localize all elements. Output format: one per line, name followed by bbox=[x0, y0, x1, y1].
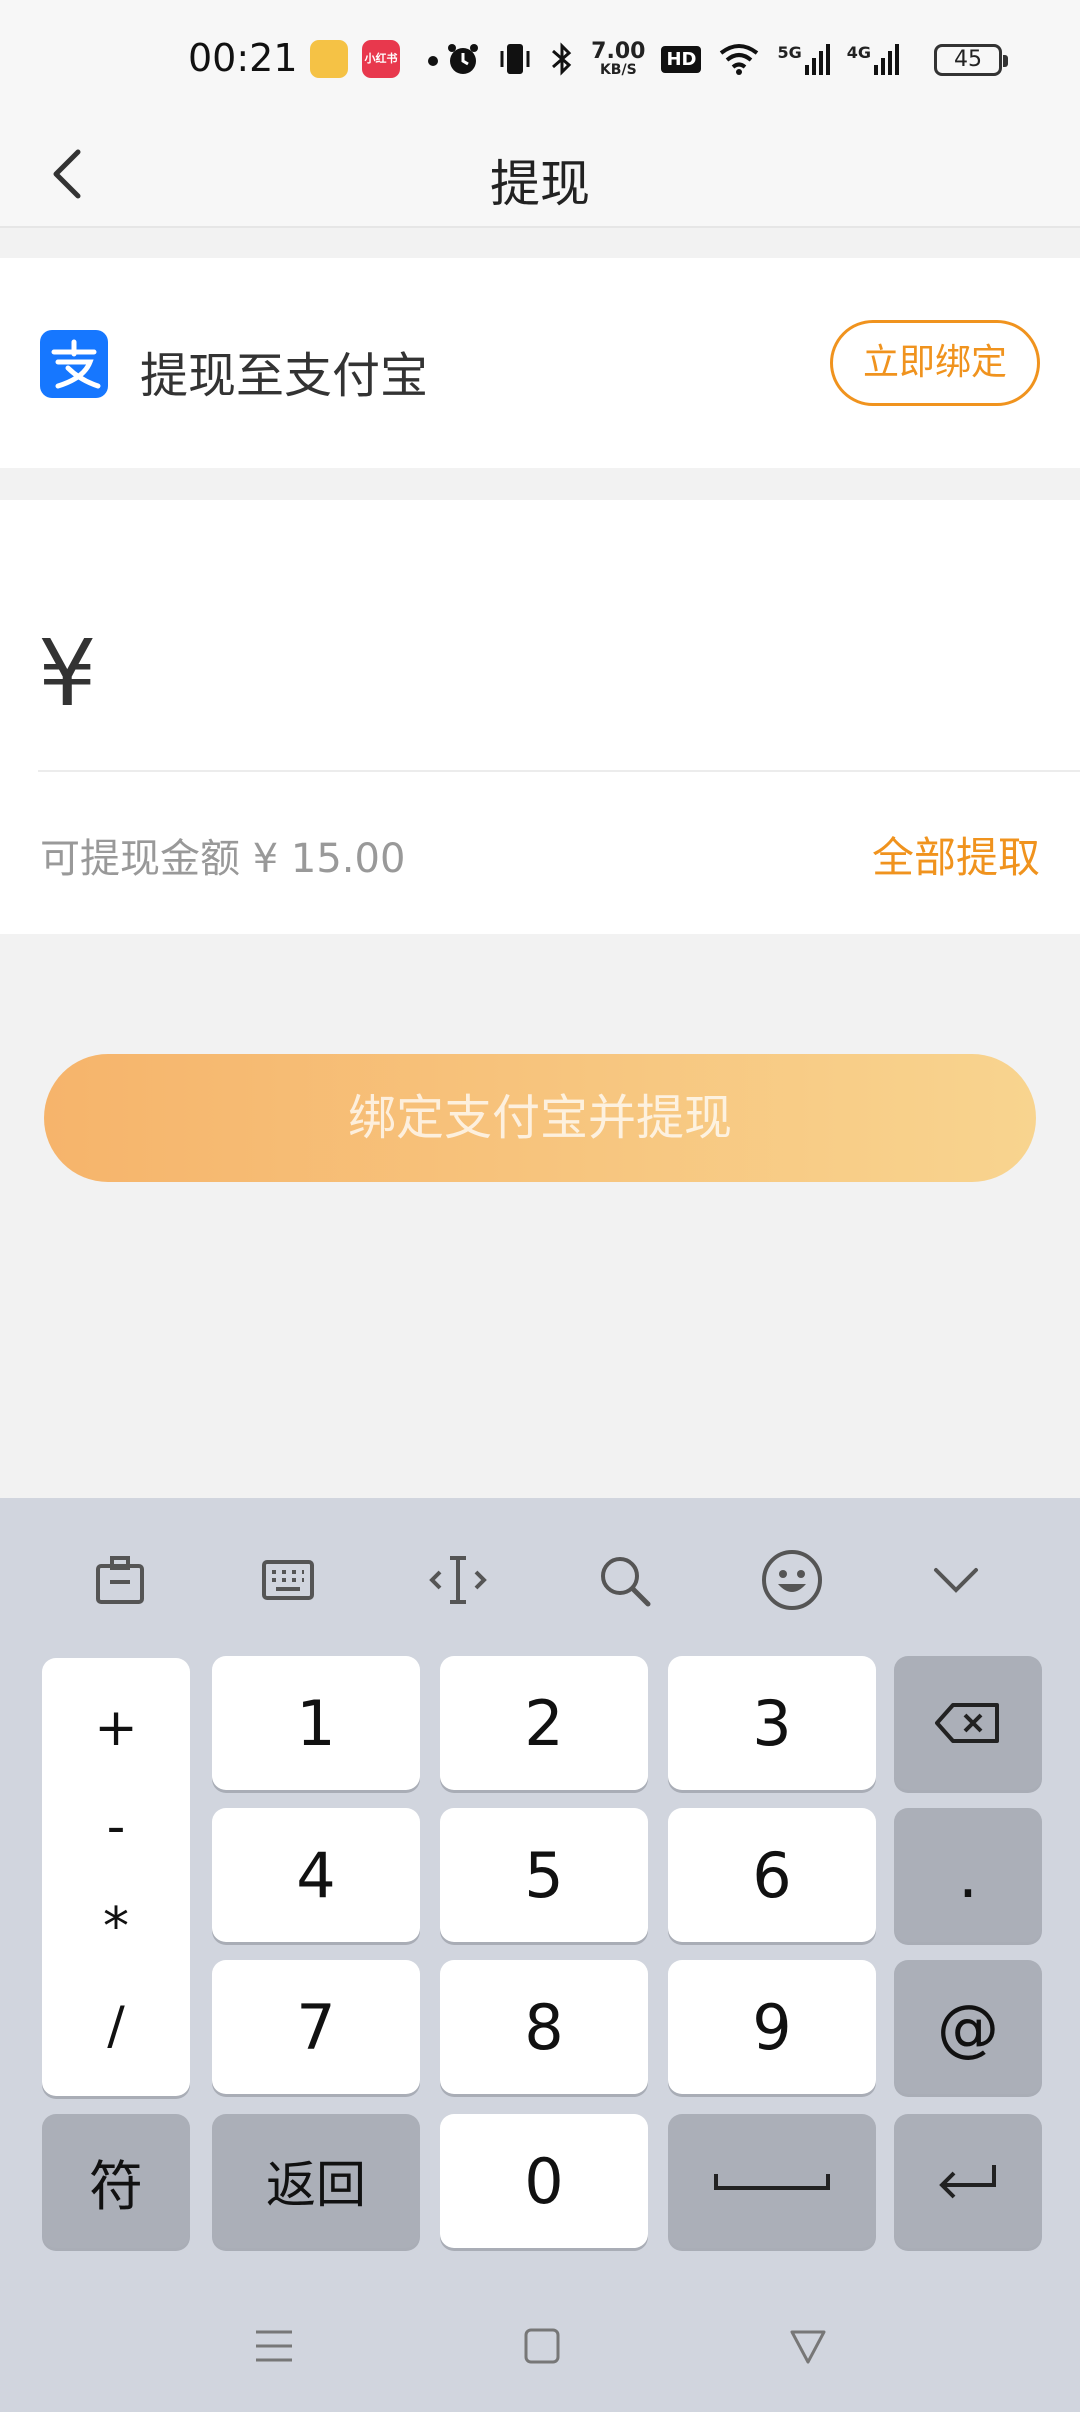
signal-5g: 5G bbox=[777, 43, 830, 75]
digit-key-1[interactable]: 1 bbox=[212, 1656, 420, 1790]
digit-key-5[interactable]: 5 bbox=[440, 1808, 648, 1942]
digit-key-0[interactable]: 0 bbox=[440, 2114, 648, 2248]
space-icon bbox=[714, 2174, 830, 2190]
app-bar: 提现 bbox=[0, 120, 1080, 228]
alarm-icon bbox=[448, 44, 479, 74]
divider bbox=[38, 770, 1080, 772]
notification-dot-icon bbox=[428, 56, 438, 66]
weibo-icon bbox=[310, 40, 348, 78]
withdraw-all-link[interactable]: 全部提取 bbox=[872, 824, 1040, 885]
backspace-key[interactable] bbox=[894, 1656, 1042, 1790]
back-button[interactable] bbox=[32, 138, 104, 210]
keyboard-icon[interactable] bbox=[248, 1540, 328, 1620]
status-icons: 7.00 KB/S HD 5G 4G bbox=[445, 34, 900, 84]
bind-and-withdraw-button[interactable]: 绑定支付宝并提现 bbox=[44, 1054, 1036, 1182]
vibrate-icon bbox=[500, 44, 530, 74]
enter-key[interactable] bbox=[894, 2114, 1042, 2248]
battery-icon: 45 bbox=[934, 44, 1008, 76]
chevron-left-icon bbox=[53, 149, 81, 199]
enter-icon bbox=[939, 2165, 996, 2199]
digit-key-6[interactable]: 6 bbox=[668, 1808, 876, 1942]
emoji-icon[interactable] bbox=[752, 1540, 832, 1620]
alipay-card: 提现至支付宝 立即绑定 bbox=[0, 258, 1080, 468]
currency-symbol: ¥ bbox=[38, 620, 97, 727]
digit-key-4[interactable]: 4 bbox=[212, 1808, 420, 1942]
digit-key-8[interactable]: 8 bbox=[440, 1960, 648, 2094]
dot-key[interactable]: . bbox=[894, 1808, 1042, 1942]
digit-key-9[interactable]: 9 bbox=[668, 1960, 876, 2094]
clipboard-icon[interactable] bbox=[80, 1540, 160, 1620]
status-time: 00:21 bbox=[188, 36, 298, 80]
page-title: 提现 bbox=[490, 155, 590, 213]
return-key[interactable]: 返回 bbox=[212, 2114, 420, 2248]
bind-now-button[interactable]: 立即绑定 bbox=[830, 320, 1040, 406]
bluetooth-icon bbox=[552, 42, 572, 76]
minus-key[interactable]: - bbox=[107, 1801, 126, 1853]
amount-input[interactable] bbox=[120, 630, 1020, 740]
amount-card: ¥ 可提现金额 ¥ 15.00 全部提取 bbox=[0, 500, 1080, 934]
search-icon[interactable] bbox=[584, 1540, 664, 1620]
backspace-icon bbox=[935, 1703, 999, 1743]
symbols-key[interactable]: 符 bbox=[42, 2114, 190, 2248]
alipay-label: 提现至支付宝 bbox=[140, 348, 429, 404]
alipay-icon bbox=[40, 330, 108, 398]
space-key[interactable] bbox=[668, 2114, 876, 2248]
network-speed: 7.00 KB/S bbox=[591, 39, 646, 78]
available-amount: 可提现金额 ¥ 15.00 bbox=[40, 836, 406, 882]
asterisk-key[interactable]: * bbox=[103, 1901, 129, 1953]
slash-key[interactable]: / bbox=[107, 2000, 125, 2052]
digit-key-7[interactable]: 7 bbox=[212, 1960, 420, 2094]
symbol-key-column[interactable]: + - * / bbox=[42, 1658, 190, 2096]
digit-key-3[interactable]: 3 bbox=[668, 1656, 876, 1790]
at-key[interactable]: @ bbox=[894, 1960, 1042, 2094]
collapse-keyboard-icon[interactable] bbox=[916, 1540, 996, 1620]
cursor-icon[interactable] bbox=[418, 1540, 498, 1620]
signal-4g: 4G bbox=[847, 43, 900, 75]
status-bar: 00:21 小红书 7.00 KB/S HD 5G 4G 45 bbox=[0, 0, 1080, 120]
plus-key[interactable]: + bbox=[94, 1702, 138, 1754]
numeric-keyboard: + - * / 1 2 3 4 5 6 . 7 8 9 @ 符 返回 0 bbox=[0, 1498, 1080, 2412]
menu-nav-icon[interactable] bbox=[252, 2324, 296, 2368]
xiaohongshu-icon: 小红书 bbox=[362, 40, 400, 78]
digit-key-2[interactable]: 2 bbox=[440, 1656, 648, 1790]
back-nav-icon[interactable] bbox=[786, 2324, 830, 2368]
home-nav-icon[interactable] bbox=[522, 2324, 562, 2368]
signal-5g-icon bbox=[804, 44, 830, 75]
wifi-icon bbox=[720, 44, 759, 75]
hd-icon: HD bbox=[661, 45, 702, 73]
signal-4g-icon bbox=[874, 44, 899, 75]
menu-nav-icon[interactable] bbox=[252, 1722, 296, 1766]
